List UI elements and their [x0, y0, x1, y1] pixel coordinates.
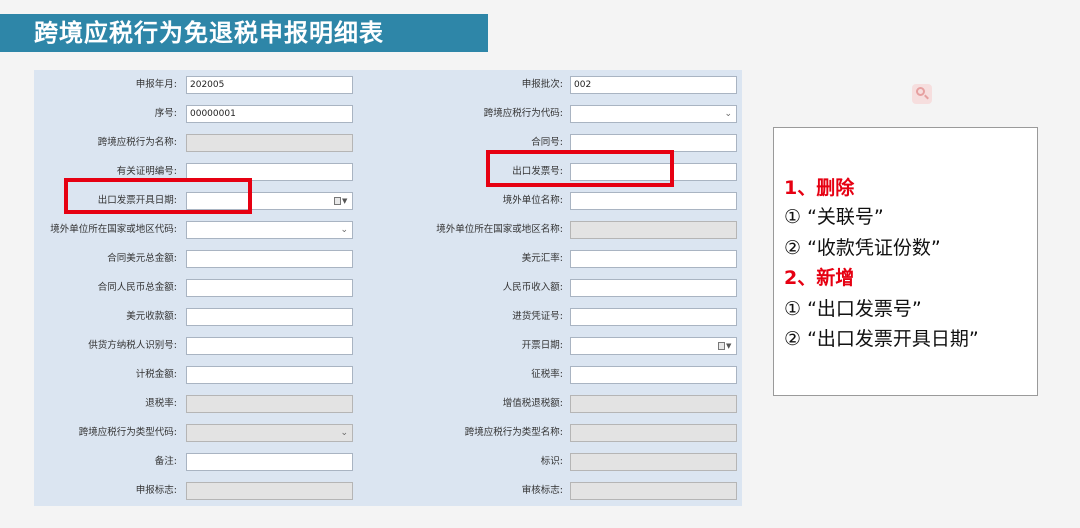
dropdown-select[interactable]: ⌄ — [186, 221, 353, 239]
dropdown-select[interactable]: ⌄ — [570, 105, 737, 123]
text-input[interactable] — [186, 453, 353, 471]
field-label: 征税率: — [531, 369, 563, 380]
search-icon — [912, 84, 932, 104]
field-label: 供货方纳税人识别号: — [88, 340, 177, 351]
chevron-down-icon[interactable]: ⌄ — [724, 106, 732, 122]
text-input[interactable]: 00000001 — [186, 105, 353, 123]
note-item: ② “出口发票开具日期” — [784, 328, 979, 350]
text-input[interactable] — [570, 366, 737, 384]
change-notes: 1、删除 ① “关联号” ② “收款凭证份数” 2、新增 ① “出口发票号” ② “出口发… — [773, 127, 1038, 396]
field-label: 跨境应税行为代码: — [483, 108, 563, 119]
note-heading: 1、删除 — [784, 177, 855, 199]
field-label: 跨境应税行为类型名称: — [464, 427, 563, 438]
highlight-invoice-date — [64, 178, 252, 214]
field-label: 退税率: — [145, 398, 177, 409]
text-input[interactable] — [186, 366, 353, 384]
readonly-field — [570, 395, 737, 413]
field-label: 合同人民币总金额: — [97, 282, 177, 293]
readonly-field — [570, 453, 737, 471]
field-value: 00000001 — [190, 109, 236, 119]
declaration-form: 申报年月: 202005 序号: 00000001 跨境应税行为名称: 有关证明编号: 出口… — [34, 70, 742, 506]
field-label: 审核标志: — [521, 485, 563, 496]
field-value: 002 — [574, 80, 592, 90]
field-label: 境外单位所在国家或地区名称: — [436, 224, 563, 235]
text-input[interactable] — [570, 192, 737, 210]
readonly-field — [186, 134, 353, 152]
page-title: 跨境应税行为免退税申报明细表 — [34, 19, 384, 47]
field-label: 标识: — [540, 456, 563, 467]
text-input[interactable] — [186, 250, 353, 268]
title-bar: 跨境应税行为免退税申报明细表 — [0, 14, 488, 52]
text-input[interactable] — [186, 279, 353, 297]
field-label: 进货凭证号: — [512, 311, 563, 322]
field-label: 境外单位名称: — [502, 195, 563, 206]
text-input[interactable] — [570, 250, 737, 268]
highlight-invoice-number — [486, 150, 674, 187]
field-label: 申报年月: — [135, 79, 177, 90]
text-input[interactable]: 202005 — [186, 76, 353, 94]
chevron-down-icon[interactable]: ⌄ — [340, 222, 348, 238]
field-label: 申报标志: — [135, 485, 177, 496]
dropdown-select: ⌄ — [186, 424, 353, 442]
readonly-field — [570, 482, 737, 500]
field-label: 增值税退税额: — [502, 398, 563, 409]
note-item: ① “出口发票号” — [784, 298, 922, 320]
text-input[interactable] — [186, 337, 353, 355]
text-input[interactable] — [570, 308, 737, 326]
text-input[interactable]: 002 — [570, 76, 737, 94]
field-label: 备注: — [154, 456, 177, 467]
readonly-field — [570, 424, 737, 442]
field-label: 人民币收入额: — [502, 282, 563, 293]
field-label: 境外单位所在国家或地区代码: — [50, 224, 177, 235]
note-heading: 2、新增 — [784, 267, 855, 289]
field-label: 申报批次: — [521, 79, 563, 90]
text-input[interactable] — [570, 279, 737, 297]
field-label: 跨境应税行为类型代码: — [78, 427, 177, 438]
readonly-field — [186, 482, 353, 500]
field-label: 美元汇率: — [521, 253, 563, 264]
text-input[interactable] — [186, 308, 353, 326]
field-label: 跨境应税行为名称: — [97, 137, 177, 148]
field-label: 计税金额: — [135, 369, 177, 380]
date-picker[interactable]: ▼ — [570, 337, 737, 355]
field-value: 202005 — [190, 80, 225, 90]
calendar-icon[interactable]: ▼ — [334, 197, 348, 206]
chevron-down-icon[interactable]: ⌄ — [340, 425, 348, 441]
field-label: 序号: — [154, 108, 177, 119]
field-label: 开票日期: — [521, 340, 563, 351]
readonly-field — [570, 221, 737, 239]
field-label: 美元收款额: — [126, 311, 177, 322]
note-item: ① “关联号” — [784, 206, 884, 228]
note-item: ② “收款凭证份数” — [784, 237, 941, 259]
readonly-field — [186, 395, 353, 413]
calendar-icon[interactable]: ▼ — [718, 342, 732, 351]
field-label: 合同美元总金额: — [107, 253, 177, 264]
